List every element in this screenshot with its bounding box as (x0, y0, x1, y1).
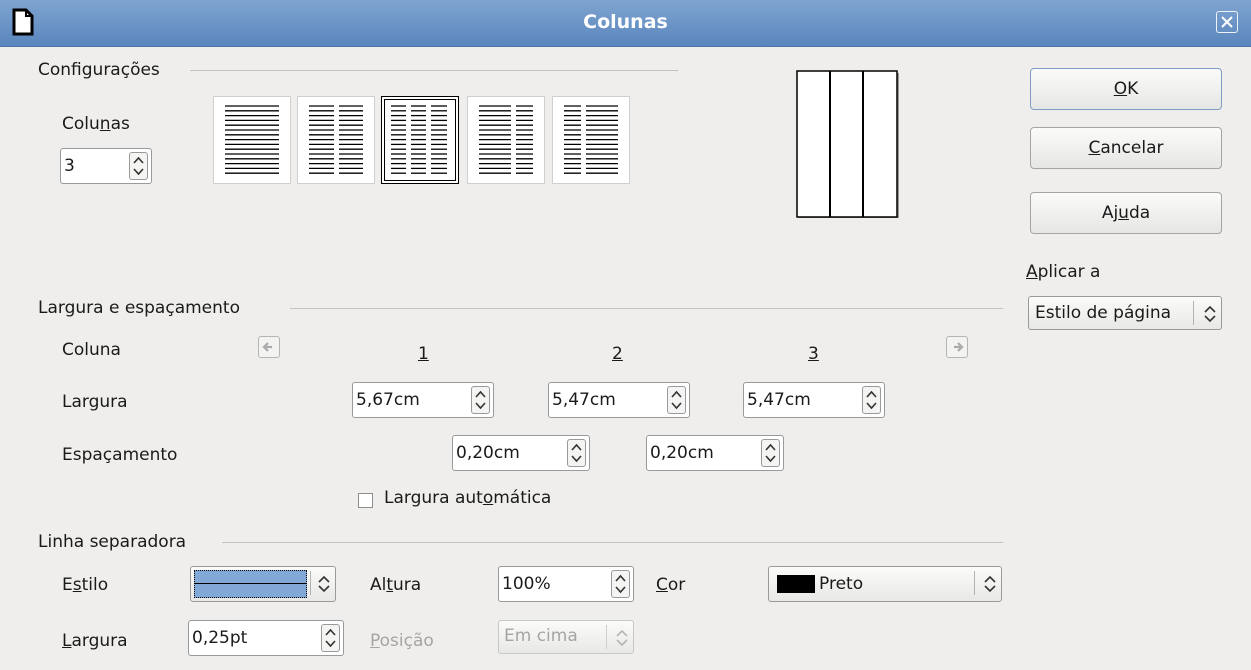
layout-tile-2[interactable] (297, 96, 375, 184)
column-number-3: 3 (808, 344, 819, 364)
spin-arrows-icon[interactable] (471, 386, 490, 414)
columns-value: 3 (64, 156, 75, 176)
separator-group-label: Linha separadora (38, 532, 187, 552)
height-value: 100% (502, 574, 551, 594)
column-width-2-value: 5,47cm (552, 390, 616, 410)
layout-tile-1[interactable] (213, 96, 291, 184)
page-preview (796, 70, 902, 222)
apply-to-label: Aplicar a (1026, 262, 1101, 282)
spacing-label: Espaçamento (62, 445, 178, 465)
window-title: Colunas (583, 11, 668, 33)
line-style-sample (195, 583, 306, 584)
checkbox-icon[interactable] (358, 493, 373, 508)
spin-arrows-icon[interactable] (129, 152, 148, 180)
title-bar: Colunas (0, 0, 1251, 47)
cancel-button[interactable]: Cancelar (1030, 127, 1222, 169)
apply-to-dropdown[interactable]: Estilo de página (1028, 296, 1222, 330)
column-width-1[interactable]: 5,67cm (352, 382, 494, 418)
color-value: Preto (819, 574, 864, 594)
autowidth-label: Largura automática (384, 488, 552, 508)
column-width-2[interactable]: 5,47cm (548, 382, 690, 418)
layout-tile-icon (309, 105, 363, 174)
combo-arrows-icon (984, 575, 996, 593)
columns-stepper[interactable]: 3 (60, 148, 152, 184)
spin-arrows-icon[interactable] (321, 624, 340, 652)
color-dropdown[interactable]: Preto (768, 566, 1002, 602)
height-label: Altura (370, 575, 422, 595)
settings-divider (190, 70, 678, 71)
combo-arrows-icon (318, 575, 330, 593)
style-label: Estilo (62, 575, 109, 595)
columns-dialog: Colunas Configurações Colunas 3 OK Cance… (0, 0, 1251, 670)
line-width-value: 0,25pt (192, 628, 248, 648)
spin-arrows-icon[interactable] (862, 386, 881, 414)
column-number-1: 1 (418, 344, 429, 364)
layout-tile-icon (564, 105, 618, 174)
separator-divider (222, 542, 1003, 543)
spin-arrows-icon[interactable] (667, 386, 686, 414)
dropdown-separator (606, 625, 607, 649)
layout-tile-4[interactable] (467, 96, 545, 184)
dropdown-separator (1193, 301, 1194, 325)
line-style-selection (194, 570, 307, 598)
position-dropdown[interactable]: Em cima (498, 620, 634, 654)
column-width-3[interactable]: 5,47cm (743, 382, 885, 418)
combo-arrows-icon (1204, 305, 1216, 323)
layout-tile-icon (225, 105, 279, 174)
combo-arrows-icon (616, 629, 628, 647)
left-arrow-icon[interactable] (258, 336, 280, 358)
column-spacing-1[interactable]: 0,20cm (452, 435, 590, 471)
column-spacing-1-value: 0,20cm (456, 443, 520, 463)
dropdown-separator (310, 571, 311, 595)
columns-label: Colunas (62, 114, 130, 134)
column-label: Coluna (62, 340, 121, 360)
layout-tile-3[interactable] (381, 96, 459, 184)
layout-tile-icon (391, 105, 447, 174)
close-icon[interactable] (1216, 11, 1238, 33)
help-button[interactable]: Ajuda (1030, 192, 1222, 234)
line-width-label: Largura (62, 631, 128, 651)
column-spacing-2[interactable]: 0,20cm (646, 435, 784, 471)
column-width-1-value: 5,67cm (356, 390, 420, 410)
settings-group-label: Configurações (38, 60, 160, 80)
line-width-stepper[interactable]: 0,25pt (188, 620, 344, 656)
layout-tile-5[interactable] (552, 96, 630, 184)
width-label: Largura (62, 392, 128, 412)
apply-to-value: Estilo de página (1035, 303, 1172, 323)
color-swatch (777, 575, 815, 593)
spin-arrows-icon[interactable] (567, 439, 586, 467)
height-stepper[interactable]: 100% (498, 566, 634, 602)
line-style-dropdown[interactable] (190, 566, 336, 602)
spin-arrows-icon[interactable] (761, 439, 780, 467)
column-width-3-value: 5,47cm (747, 390, 811, 410)
ok-button[interactable]: OK (1030, 68, 1222, 110)
width-spacing-group-label: Largura e espaçamento (38, 298, 240, 318)
column-number-2: 2 (612, 344, 623, 364)
color-label: Cor (656, 575, 686, 595)
dropdown-separator (974, 571, 975, 595)
position-value: Em cima (504, 626, 578, 646)
spin-arrows-icon[interactable] (611, 570, 630, 598)
layout-tile-icon (479, 105, 533, 174)
width-spacing-divider (290, 308, 1003, 309)
position-label: Posição (370, 631, 434, 651)
column-spacing-2-value: 0,20cm (650, 443, 714, 463)
right-arrow-icon[interactable] (946, 336, 968, 358)
